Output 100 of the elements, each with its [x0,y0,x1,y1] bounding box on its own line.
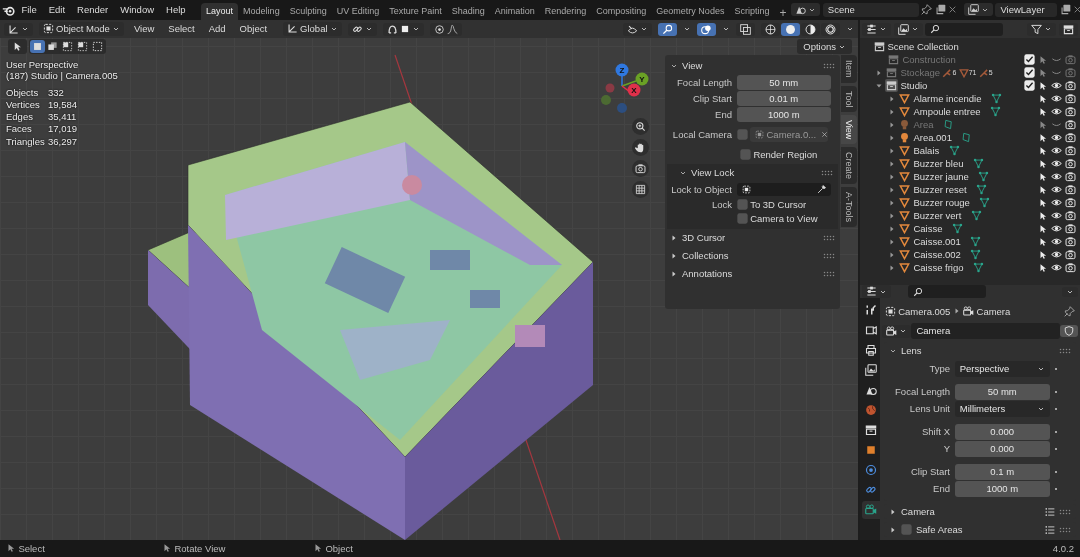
axis-ball[interactable] [615,63,629,77]
camera-icon[interactable] [1065,223,1076,235]
selection-mode-button[interactable] [75,40,91,53]
close-icon[interactable] [947,5,957,15]
select-icon[interactable] [1038,184,1048,195]
shading-mode-button[interactable] [781,22,800,36]
number-field[interactable]: 1000 m [954,481,1050,497]
overlay-toggle[interactable] [697,22,716,36]
menu-item[interactable]: Object [235,23,272,35]
mesh-data-icon[interactable] [976,184,988,196]
camera-icon[interactable] [1065,106,1076,118]
number-field[interactable]: 0.1 m [954,464,1050,480]
menu-item[interactable]: Edit [42,4,72,16]
editor-type-button[interactable] [862,285,892,299]
chevron-icon[interactable] [683,25,691,33]
mesh-data-icon[interactable] [978,171,990,183]
checkbox[interactable] [1024,67,1035,79]
mesh-data-icon[interactable] [970,236,982,248]
tree-item[interactable]: Buzzer vert [913,210,962,222]
light-data-icon[interactable] [961,132,973,144]
select-icon[interactable] [1038,132,1048,143]
mesh-data-icon[interactable] [991,93,1002,105]
mesh-data-icon[interactable] [989,106,1001,118]
workspace-tab[interactable]: Rendering [539,3,592,20]
camera-field[interactable]: Camera.0... [750,127,829,143]
checkbox[interactable] [740,149,751,160]
scene-field[interactable]: Scene [822,3,919,17]
camera-icon[interactable] [1065,145,1076,157]
camera-icon[interactable] [1065,236,1076,248]
checkbox[interactable] [901,524,912,535]
selection-mode-button[interactable] [60,40,76,53]
select-icon[interactable] [1038,197,1048,208]
select-icon[interactable] [1038,171,1048,182]
mesh-data-icon[interactable] [970,249,982,261]
select-icon[interactable] [1038,210,1048,221]
camera-icon[interactable] [1065,93,1076,105]
camera-icon[interactable] [1065,171,1076,183]
select-icon[interactable] [1038,262,1048,273]
fake-user-button[interactable] [1059,325,1078,338]
workspace-tab[interactable]: Texture Paint [384,3,447,20]
sidebar-tab[interactable]: Item [841,55,857,83]
workspace-tab[interactable]: Modeling [238,3,285,20]
checkbox[interactable] [1024,80,1035,92]
tree-item[interactable]: Ampoule entree [913,106,981,118]
pin-icon[interactable] [1064,305,1076,317]
mesh-data-icon[interactable] [948,145,960,157]
editor-type-button[interactable] [4,22,33,36]
shading-mode-button[interactable] [821,22,840,36]
camera-icon[interactable] [1065,210,1076,222]
sidebar-tab[interactable]: View [841,115,857,145]
camera-icon[interactable] [1065,119,1076,131]
snap-button[interactable] [382,22,424,36]
breadcrumb-item[interactable]: Camera.005 [898,305,951,317]
menu-item[interactable]: Help [160,4,192,16]
display-mode-button[interactable] [862,22,892,36]
chevron-icon[interactable] [846,25,854,33]
select-icon[interactable] [1038,93,1048,104]
eyedropper-icon[interactable] [816,185,826,195]
workspace-tab[interactable]: Scripting [729,3,775,20]
camera-icon[interactable] [1065,132,1076,144]
workspace-tab[interactable]: Geometry Nodes [651,3,730,20]
workspace-tab[interactable]: Animation [489,3,540,20]
view-layer-selector[interactable] [964,3,994,17]
options-button[interactable]: Options [797,39,852,55]
checkbox[interactable] [736,129,748,141]
number-field[interactable]: 0.000 [954,441,1050,457]
hand-button[interactable] [632,139,649,156]
panel-header[interactable]: View [665,57,840,75]
panel-header[interactable]: 3D Cursor [665,228,840,247]
tree-item[interactable]: Caisse [913,223,943,235]
properties-tab[interactable] [862,500,880,519]
number-field[interactable]: 50 mm [954,384,1050,400]
mesh-data-icon[interactable] [973,158,985,170]
add-workspace-button[interactable]: + [774,5,792,20]
camera-icon[interactable] [1065,80,1076,92]
sidebar-tab[interactable]: A-Tools [841,187,857,228]
view-layer-field[interactable]: ViewLayer [995,3,1058,17]
mesh-data-icon[interactable] [970,210,982,222]
xray-toggle[interactable] [736,22,755,36]
camera-icon[interactable] [1065,197,1076,209]
preset-list-icon[interactable] [1045,524,1055,535]
datablock-browse-button[interactable] [882,324,912,338]
select-icon[interactable] [1038,236,1048,247]
workspace-tab[interactable]: Shading [446,3,490,20]
tree-item[interactable]: Buzzer jaune [913,171,969,183]
panel-header[interactable]: Lens [884,342,1076,360]
chevron-icon[interactable] [722,25,730,33]
options-dropdown[interactable] [1061,286,1078,297]
checkbox[interactable] [1024,54,1035,66]
workspace-tab[interactable]: Layout [201,3,239,20]
menu-item[interactable]: Render [71,4,115,16]
workspace-tab[interactable]: Compositing [591,3,652,20]
tree-item[interactable]: Buzzer rouge [913,197,970,209]
number-field[interactable]: 50 mm [736,74,831,91]
select-icon[interactable] [1038,145,1048,156]
breadcrumb-item[interactable]: Camera [976,305,1011,317]
menu-item[interactable]: Select [164,23,199,35]
copy-icon[interactable] [1059,4,1071,16]
camera-icon[interactable] [1065,249,1076,261]
panel-header[interactable]: View Lock [667,163,838,182]
